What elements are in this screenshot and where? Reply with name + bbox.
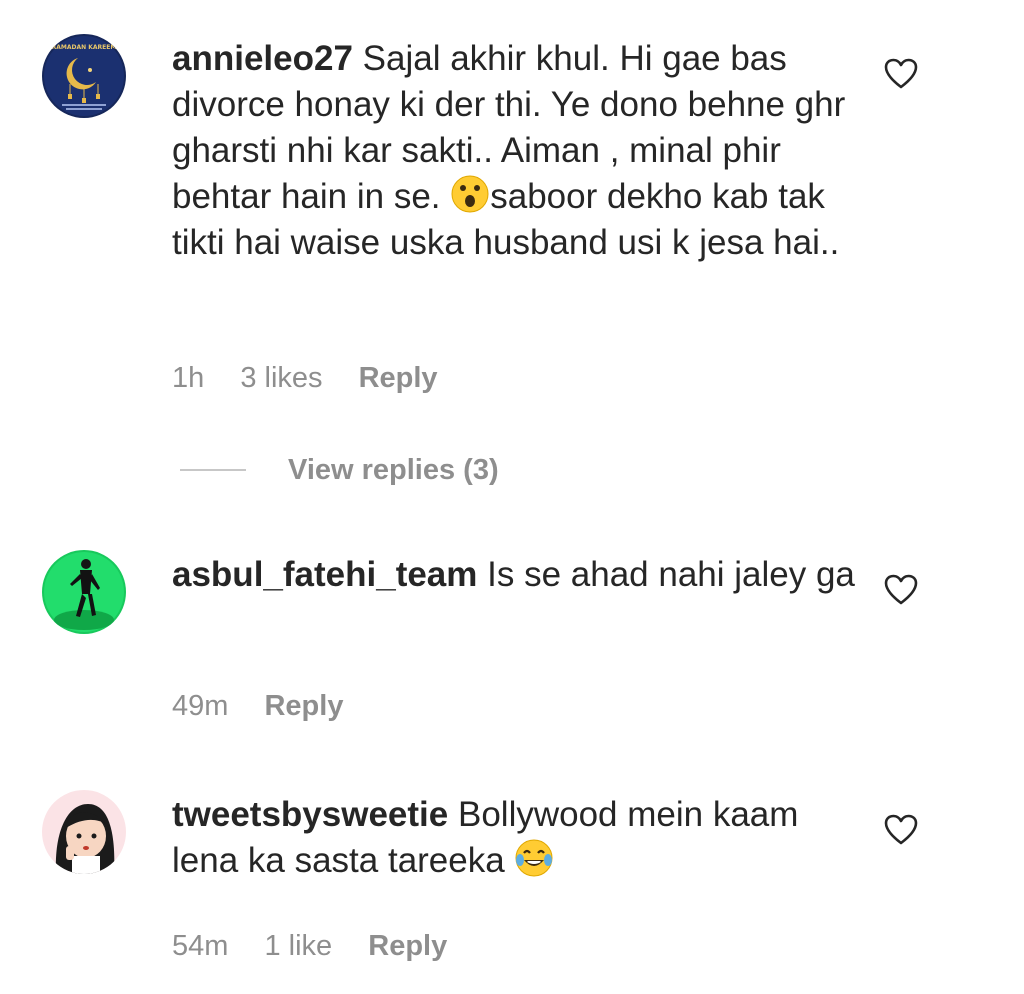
username[interactable]: tweetsbysweetie [172,795,448,834]
timestamp: 1h [172,362,205,394]
comment-body: annieleo27 Sajal akhir khul. Hi gae bas … [172,36,862,266]
reply-button[interactable]: Reply [368,930,447,962]
dancer-green-avatar [42,550,126,634]
comment-meta: 49m Reply [172,690,371,723]
astonished-face-emoji [450,174,490,214]
face-with-tears-of-joy-emoji [514,838,554,878]
reply-button[interactable]: Reply [359,362,438,394]
comment-meta: 54m 1 like Reply [172,930,475,963]
like-heart-icon[interactable] [884,58,918,90]
comment-body: tweetsbysweetie Bollywood mein kaam lena… [172,792,862,884]
username[interactable]: annieleo27 [172,39,353,78]
comment-text: Is se ahad nahi jaley ga [487,555,855,594]
username[interactable]: asbul_fatehi_team [172,555,477,594]
view-replies-label: View replies (3) [288,453,499,486]
likes-count[interactable]: 1 like [264,930,332,962]
avatar[interactable] [42,550,126,634]
timestamp: 54m [172,930,229,962]
ramadan-kareem-avatar: RAMADAN KAREEM [42,34,126,118]
comment-body: asbul_fatehi_team Is se ahad nahi jaley … [172,552,862,598]
like-heart-icon[interactable] [884,814,918,846]
svg-text:RAMADAN KAREEM: RAMADAN KAREEM [52,44,117,51]
comment-meta: 1h 3 likes Reply [172,362,466,395]
reply-button[interactable]: Reply [264,690,343,722]
likes-count[interactable]: 3 likes [240,362,322,394]
divider-line [180,469,246,471]
avatar[interactable]: RAMADAN KAREEM [42,34,126,118]
timestamp: 49m [172,690,229,722]
cartoon-girl-avatar [42,790,126,874]
view-replies-button[interactable]: View replies (3) [180,450,499,490]
avatar[interactable] [42,790,126,874]
like-heart-icon[interactable] [884,574,918,606]
